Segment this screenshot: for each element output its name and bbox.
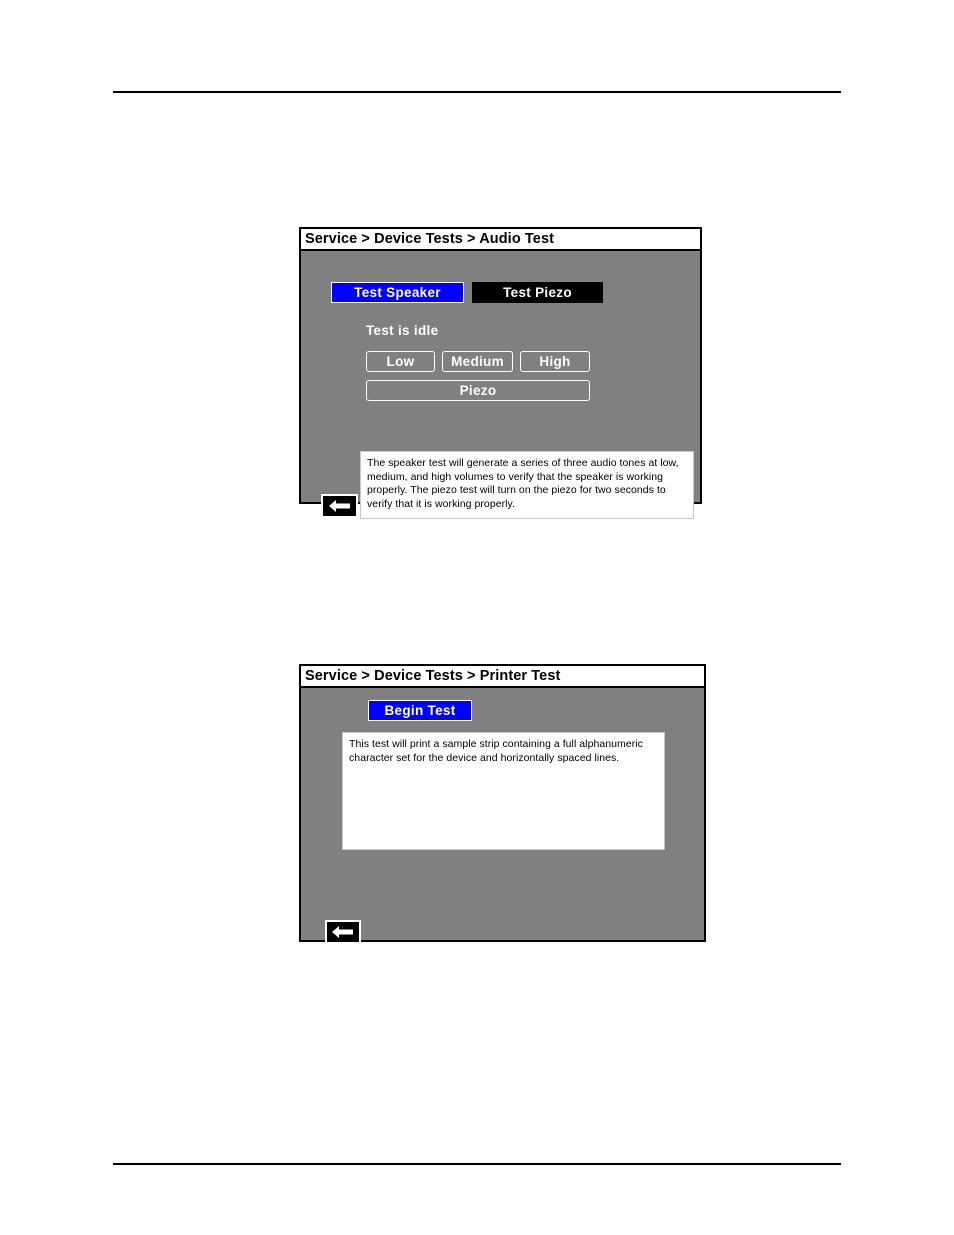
left-arrow-icon [332, 926, 354, 938]
audio-test-titlebar: Service > Device Tests > Audio Test [301, 229, 700, 251]
page-header-rule [113, 91, 841, 93]
back-button[interactable] [321, 494, 358, 518]
left-arrow-icon [328, 500, 351, 512]
breadcrumb: Service > Device Tests > Audio Test [305, 231, 555, 247]
piezo-button[interactable]: Piezo [366, 380, 590, 401]
printer-test-description-text: This test will print a sample strip cont… [349, 738, 643, 764]
audio-test-body: Test Speaker Test Piezo Test is idle Low… [301, 251, 700, 519]
test-status-text: Test is idle [366, 323, 439, 338]
page-footer-rule [113, 1163, 841, 1165]
audio-test-description-box: The speaker test will generate a series … [360, 451, 694, 519]
test-piezo-button[interactable]: Test Piezo [472, 282, 603, 303]
audio-test-screen: Service > Device Tests > Audio Test Test… [299, 227, 702, 519]
volume-medium-button[interactable]: Medium [442, 351, 513, 372]
back-button[interactable] [325, 920, 361, 944]
printer-test-body: Begin Test This test will print a sample… [301, 688, 704, 944]
printer-test-screen: Service > Device Tests > Printer Test Be… [299, 664, 706, 944]
volume-low-button[interactable]: Low [366, 351, 435, 372]
breadcrumb: Service > Device Tests > Printer Test [305, 668, 561, 684]
test-speaker-button[interactable]: Test Speaker [331, 282, 464, 303]
audio-test-description-text: The speaker test will generate a series … [367, 457, 679, 510]
volume-high-button[interactable]: High [520, 351, 590, 372]
printer-test-description-box: This test will print a sample strip cont… [342, 732, 665, 850]
begin-test-button[interactable]: Begin Test [368, 700, 472, 721]
printer-test-titlebar: Service > Device Tests > Printer Test [301, 666, 704, 688]
